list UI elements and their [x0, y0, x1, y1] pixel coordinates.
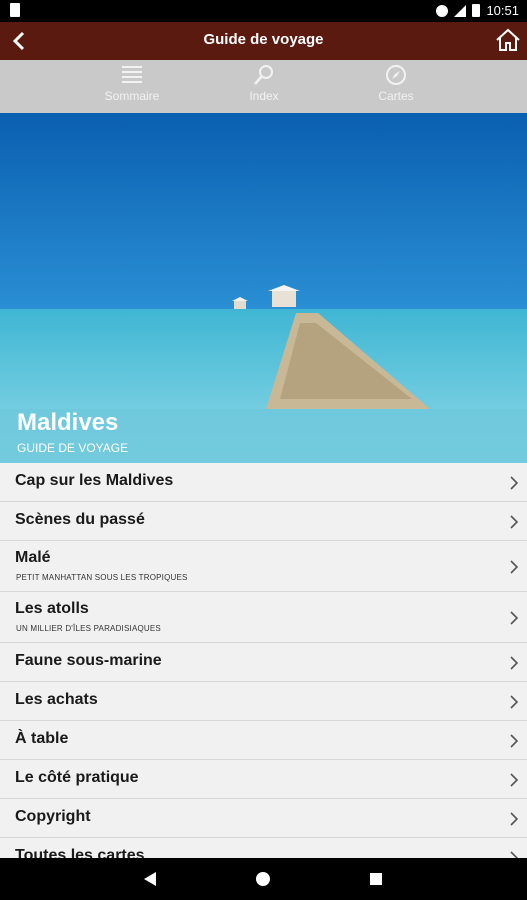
- list-item[interactable]: Copyright: [0, 799, 527, 838]
- battery-icon: [472, 4, 481, 17]
- chevron-right-icon: [510, 734, 519, 748]
- nav-back-icon[interactable]: [144, 872, 156, 886]
- list-item-subtitle: PETIT MANHATTAN SOUS LES TROPIQUES: [16, 573, 188, 582]
- list-item-label: À table: [15, 730, 69, 747]
- chevron-right-icon: [510, 560, 519, 574]
- chevron-right-icon: [510, 476, 519, 490]
- notification-icon: [10, 3, 20, 17]
- list-item-label: Le côté pratique: [15, 769, 139, 786]
- list-item[interactable]: Le côté pratique: [0, 760, 527, 799]
- list-item-subtitle: UN MILLIER D'ÎLES PARADISIAQUES: [16, 624, 161, 633]
- list-item[interactable]: Faune sous-marine: [0, 643, 527, 682]
- list-item-label: Les achats: [15, 691, 98, 708]
- chevron-right-icon: [510, 656, 519, 670]
- compass-icon: [386, 65, 406, 85]
- chevron-right-icon: [510, 695, 519, 709]
- list-item-label: Malé: [15, 549, 51, 566]
- signal-icon: [454, 4, 467, 17]
- chevron-right-icon: [510, 611, 519, 625]
- list-item[interactable]: Scènes du passé: [0, 502, 527, 541]
- status-time: 10:51: [486, 3, 519, 18]
- hero-image: Maldives GUIDE DE VOYAGE: [0, 113, 527, 463]
- page-title: Guide de voyage: [203, 31, 324, 48]
- list-item-label: Copyright: [15, 808, 91, 825]
- list-item[interactable]: Malé PETIT MANHATTAN SOUS LES TROPIQUES: [0, 541, 527, 592]
- nav-recents-icon[interactable]: [370, 873, 382, 885]
- tab-index[interactable]: Index: [204, 64, 324, 103]
- list-item-label: Scènes du passé: [15, 511, 145, 528]
- chevron-right-icon: [510, 851, 519, 858]
- chapter-list: Cap sur les Maldives Scènes du passé Mal…: [0, 463, 527, 858]
- tab-sommaire[interactable]: Sommaire: [72, 64, 192, 103]
- nav-home-icon[interactable]: [256, 872, 270, 886]
- list-item[interactable]: Toutes les cartes: [0, 838, 527, 858]
- list-item[interactable]: À table: [0, 721, 527, 760]
- list-item[interactable]: Cap sur les Maldives: [0, 463, 527, 502]
- tab-index-label: Index: [249, 89, 279, 103]
- hero-title: Maldives: [17, 409, 119, 436]
- do-not-disturb-icon: [436, 4, 449, 17]
- tab-cartes[interactable]: Cartes: [336, 64, 456, 103]
- list-item-label: Toutes les cartes: [15, 847, 145, 858]
- list-item-label: Les atolls: [15, 600, 89, 617]
- app-bar: Guide de voyage: [0, 22, 527, 60]
- chevron-right-icon: [510, 515, 519, 529]
- list-item[interactable]: Les atolls UN MILLIER D'ÎLES PARADISIAQU…: [0, 592, 527, 643]
- list-icon: [122, 66, 142, 83]
- list-item-label: Cap sur les Maldives: [15, 472, 174, 489]
- tab-sommaire-label: Sommaire: [104, 89, 160, 103]
- search-icon: [254, 65, 273, 85]
- tab-cartes-label: Cartes: [378, 89, 414, 103]
- status-bar: 10:51: [0, 0, 527, 22]
- home-icon[interactable]: [495, 27, 521, 53]
- list-item[interactable]: Les achats: [0, 682, 527, 721]
- list-item-label: Faune sous-marine: [15, 652, 162, 669]
- hero-subtitle: GUIDE DE VOYAGE: [17, 441, 129, 455]
- chevron-right-icon: [510, 812, 519, 826]
- chevron-right-icon: [510, 773, 519, 787]
- system-nav-bar: [0, 858, 527, 900]
- tab-bar: Sommaire Index Cartes: [0, 60, 527, 113]
